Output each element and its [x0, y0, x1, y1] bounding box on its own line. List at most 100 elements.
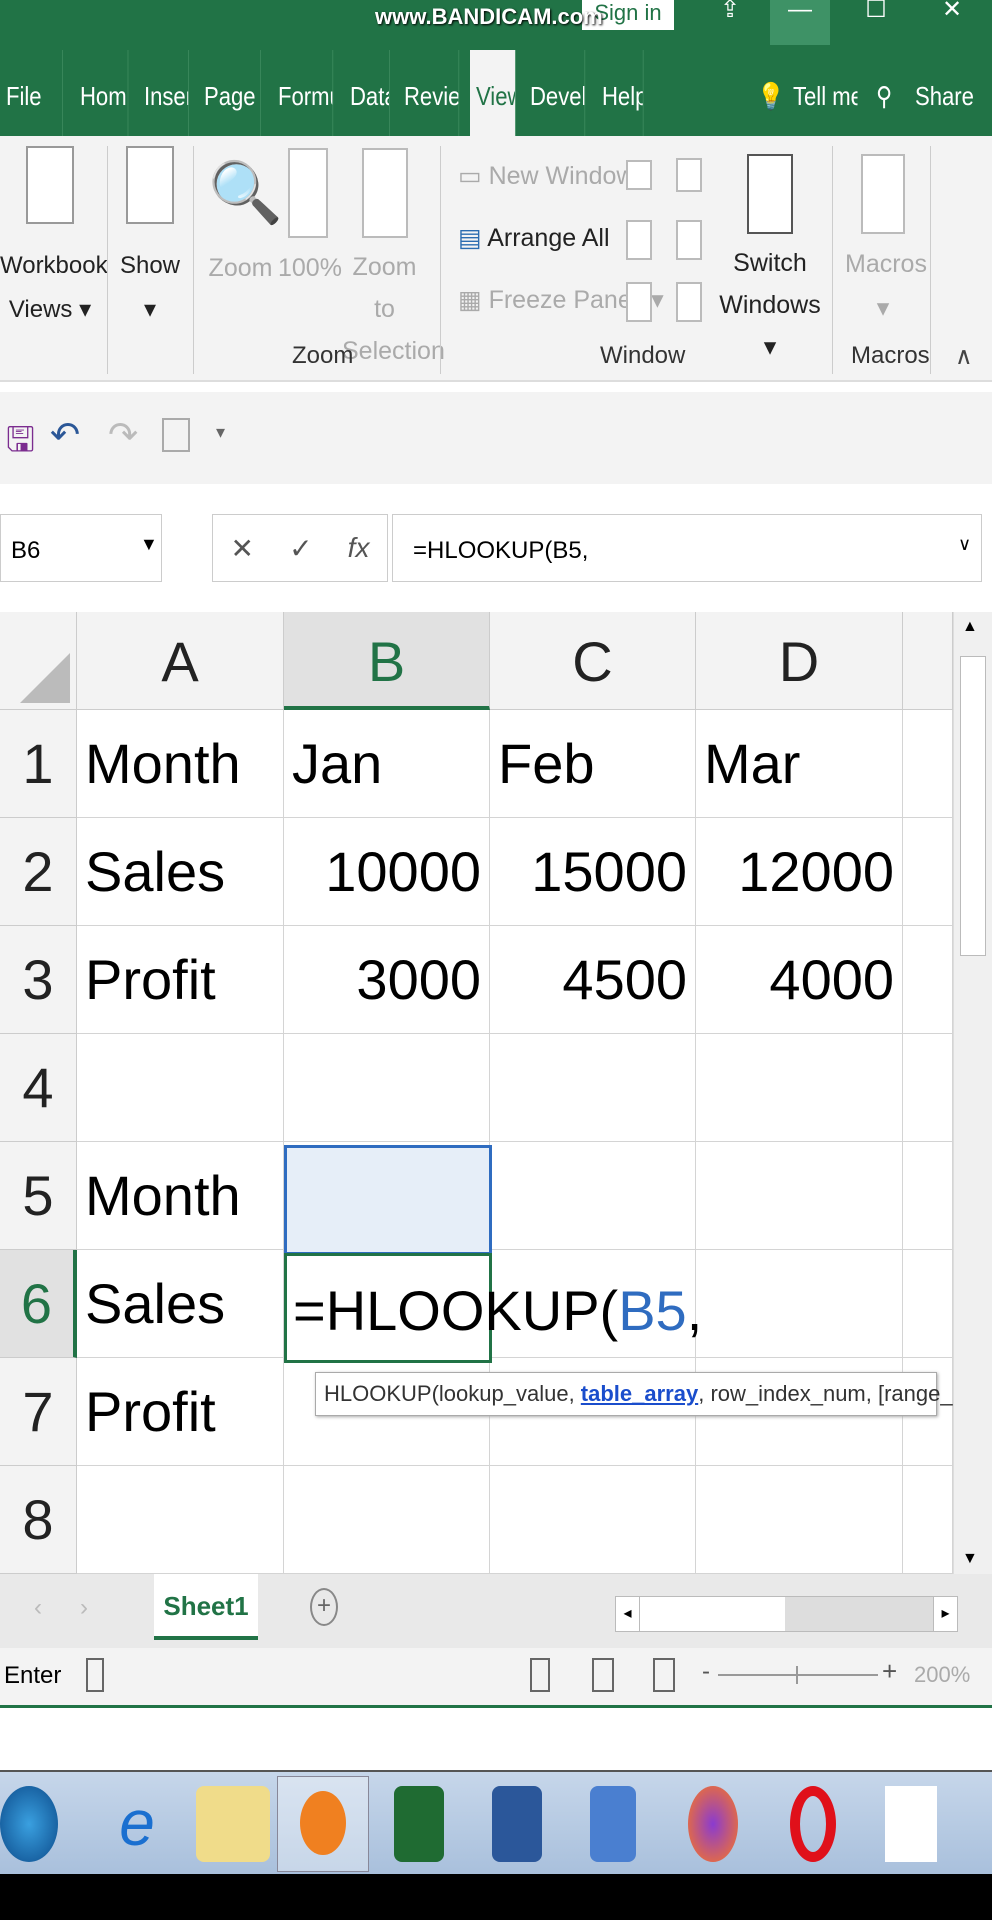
- scroll-down-icon[interactable]: ▼: [962, 1550, 978, 1568]
- tab-developer[interactable]: Develo: [524, 50, 586, 136]
- normal-view-icon[interactable]: [530, 1658, 550, 1692]
- undo-icon[interactable]: ↶: [50, 414, 80, 456]
- column-header-c[interactable]: C: [490, 612, 696, 710]
- cell[interactable]: Month: [77, 710, 284, 818]
- arrange-all-button[interactable]: ▤ Arrange All: [458, 216, 610, 260]
- app-icon[interactable]: [885, 1786, 937, 1862]
- cell[interactable]: [903, 1250, 953, 1358]
- save-icon[interactable]: 🖫: [6, 416, 35, 473]
- redo-icon[interactable]: ↷: [108, 414, 138, 456]
- cell[interactable]: [284, 1466, 490, 1574]
- active-cell-b6[interactable]: =HLOOKUP(B5,: [284, 1253, 702, 1363]
- file-explorer-icon[interactable]: [196, 1786, 270, 1862]
- switch-windows-button[interactable]: Switch Windows ▾: [715, 154, 825, 368]
- ms-project-icon[interactable]: [394, 1786, 444, 1862]
- tab-home[interactable]: Home: [74, 50, 129, 136]
- cell[interactable]: [903, 1034, 953, 1142]
- visio-icon[interactable]: [492, 1786, 542, 1862]
- tab-formulas[interactable]: Formul: [272, 50, 334, 136]
- cell[interactable]: [284, 1034, 490, 1142]
- row-header-4[interactable]: 4: [0, 1034, 77, 1142]
- tab-view[interactable]: View: [470, 50, 516, 136]
- tab-help[interactable]: Help: [596, 50, 644, 136]
- cell[interactable]: [490, 1466, 696, 1574]
- row-header-6[interactable]: 6: [0, 1250, 77, 1358]
- name-box[interactable]: B6: [0, 514, 162, 582]
- cell[interactable]: Month: [77, 1142, 284, 1250]
- tab-data[interactable]: Data: [344, 50, 390, 136]
- formula-input[interactable]: =HLOOKUP(B5,: [392, 514, 982, 582]
- zoom-out-button[interactable]: -: [702, 1658, 710, 1686]
- cell[interactable]: Feb: [490, 710, 696, 818]
- cell[interactable]: [696, 1250, 903, 1358]
- share-button[interactable]: Share: [909, 50, 979, 136]
- cell[interactable]: [903, 926, 953, 1034]
- start-button-icon[interactable]: [0, 1786, 58, 1862]
- prev-sheet-icon[interactable]: ‹: [34, 1594, 42, 1622]
- magnifier-app-icon[interactable]: [590, 1786, 636, 1862]
- cell[interactable]: Profit: [77, 1358, 284, 1466]
- tab-review[interactable]: Review: [398, 50, 460, 136]
- form-icon[interactable]: [162, 418, 190, 452]
- enter-icon[interactable]: ✓: [289, 532, 312, 565]
- tab-file[interactable]: File: [0, 50, 63, 136]
- select-all-button[interactable]: [0, 612, 77, 710]
- show-button[interactable]: Show ▾: [115, 146, 185, 332]
- scroll-right-icon[interactable]: ▸: [933, 1597, 957, 1631]
- tab-page-layout[interactable]: Page La: [198, 50, 261, 136]
- scroll-left-icon[interactable]: ◂: [616, 1597, 640, 1631]
- expand-formula-bar-icon[interactable]: ∨: [958, 534, 971, 555]
- cell[interactable]: 4500: [490, 926, 696, 1034]
- cell[interactable]: 15000: [490, 818, 696, 926]
- tab-insert[interactable]: Insert: [138, 50, 189, 136]
- row-header-8[interactable]: 8: [0, 1466, 77, 1574]
- horizontal-scrollbar[interactable]: ◂ ▸: [615, 1596, 958, 1632]
- close-button[interactable]: ✕: [922, 0, 982, 45]
- customize-qat-icon[interactable]: ▾: [216, 422, 225, 443]
- cell[interactable]: Profit: [77, 926, 284, 1034]
- tell-me-search[interactable]: Tell me: [787, 50, 858, 136]
- ribbon-display-icon[interactable]: ⇪: [700, 0, 760, 45]
- page-break-view-icon[interactable]: [653, 1658, 675, 1692]
- sheet-tab-sheet1[interactable]: Sheet1: [154, 1574, 258, 1640]
- worksheet-grid[interactable]: A B C D 1 Month Jan Feb Mar 2 Sales 10000 15000 1…: [0, 612, 953, 1574]
- cell[interactable]: [696, 1466, 903, 1574]
- new-window-button[interactable]: ▭ New Window: [458, 154, 634, 198]
- add-sheet-button[interactable]: +: [310, 1588, 338, 1626]
- row-header-3[interactable]: 3: [0, 926, 77, 1034]
- macros-button[interactable]: Macros ▾: [845, 154, 927, 330]
- synchronous-scrolling-icon[interactable]: [676, 220, 702, 260]
- name-box-dropdown-icon[interactable]: ▼: [140, 534, 158, 555]
- cell[interactable]: [490, 1142, 696, 1250]
- zoom-level[interactable]: 200%: [914, 1662, 970, 1688]
- cell[interactable]: [903, 710, 953, 818]
- firefox-icon[interactable]: [688, 1786, 738, 1862]
- minimize-button[interactable]: —: [770, 0, 830, 45]
- zoom-button[interactable]: 🔍 Zoom: [208, 148, 283, 290]
- cancel-icon[interactable]: ✕: [231, 532, 254, 565]
- macro-recording-icon[interactable]: [86, 1658, 104, 1692]
- workbook-views-button[interactable]: Workbook Views ▾: [0, 146, 108, 332]
- zoom-to-selection-button[interactable]: Zoom to Selection: [342, 148, 445, 372]
- cell[interactable]: Sales: [77, 1250, 284, 1358]
- cell[interactable]: [77, 1034, 284, 1142]
- row-header-7[interactable]: 7: [0, 1358, 77, 1466]
- row-header-1[interactable]: 1: [0, 710, 77, 818]
- column-header-b[interactable]: B: [284, 612, 490, 710]
- row-header-5[interactable]: 5: [0, 1142, 77, 1250]
- cell[interactable]: [903, 818, 953, 926]
- column-header-d[interactable]: D: [696, 612, 903, 710]
- cell[interactable]: Mar: [696, 710, 903, 818]
- view-side-by-side-icon[interactable]: [676, 158, 702, 192]
- zoom-100-button[interactable]: 100%: [278, 148, 342, 290]
- cell[interactable]: [696, 1034, 903, 1142]
- zoom-in-button[interactable]: +: [882, 1656, 897, 1687]
- hide-icon[interactable]: [626, 220, 652, 260]
- insert-function-icon[interactable]: fx: [348, 532, 370, 564]
- internet-explorer-icon[interactable]: e: [100, 1786, 174, 1862]
- unhide-icon[interactable]: [626, 282, 652, 322]
- cell[interactable]: 12000: [696, 818, 903, 926]
- cell[interactable]: [490, 1034, 696, 1142]
- next-sheet-icon[interactable]: ›: [80, 1594, 88, 1622]
- page-layout-view-icon[interactable]: [592, 1658, 614, 1692]
